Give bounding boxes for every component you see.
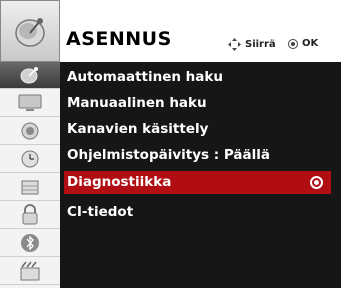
menu-item-label: Automaattinen haku — [67, 69, 223, 85]
menu-item-label: Manuaalinen haku — [67, 95, 207, 111]
sidebar-item-time[interactable] — [0, 146, 60, 173]
selected-radio-icon — [310, 176, 323, 189]
menu-item-ci-info[interactable]: CI-tiedot — [64, 201, 331, 224]
tv-screen-icon — [18, 94, 42, 111]
ok-hint: OK — [288, 38, 318, 49]
move-hint-label: Siirrä — [245, 39, 276, 50]
sidebar-item-picture[interactable] — [0, 90, 60, 117]
category-sidebar — [0, 62, 60, 288]
menu-item-label: Diagnostiikka — [67, 174, 172, 190]
menu-header: ASENNUS Siirrä OK — [60, 0, 341, 62]
media-icon — [20, 261, 40, 281]
bluetooth-icon — [21, 234, 39, 252]
satellite-dish-icon — [0, 0, 60, 62]
menu-item-label: Ohjelmistopäivitys : Päällä — [67, 147, 270, 163]
menu-item-label: CI-tiedot — [67, 204, 134, 220]
page-title: ASENNUS — [66, 28, 172, 50]
sidebar-item-media[interactable] — [0, 258, 60, 285]
sidebar-item-option[interactable] — [0, 202, 60, 229]
padlock-icon — [22, 204, 38, 225]
sidebar-item-setup[interactable] — [0, 62, 60, 89]
move-hint: Siirrä — [228, 38, 276, 51]
sidebar-item-audio[interactable] — [0, 118, 60, 145]
satellite-dish-icon — [20, 67, 38, 84]
ok-button-icon — [288, 38, 298, 49]
sidebar-item-lock[interactable] — [0, 174, 60, 201]
sidebar-item-bluetooth[interactable] — [0, 230, 60, 257]
dpad-icon — [228, 38, 241, 51]
menu-item-diagnostics[interactable]: Diagnostiikka — [64, 171, 331, 194]
menu-item-label: Kanavien käsittely — [67, 121, 209, 137]
menu-item-auto-tuning[interactable]: Automaattinen haku — [64, 66, 331, 89]
speaker-icon — [21, 122, 39, 140]
ok-hint-label: OK — [302, 38, 319, 49]
menu-item-manual-tuning[interactable]: Manuaalinen haku — [64, 92, 331, 115]
menu-item-channel-edit[interactable]: Kanavien käsittely — [64, 118, 331, 141]
lock-grid-icon — [21, 180, 39, 195]
menu-panel: Automaattinen haku Manuaalinen haku Kana… — [60, 62, 341, 288]
clock-icon — [21, 150, 39, 168]
menu-item-software-update[interactable]: Ohjelmistopäivitys : Päällä — [64, 144, 331, 167]
